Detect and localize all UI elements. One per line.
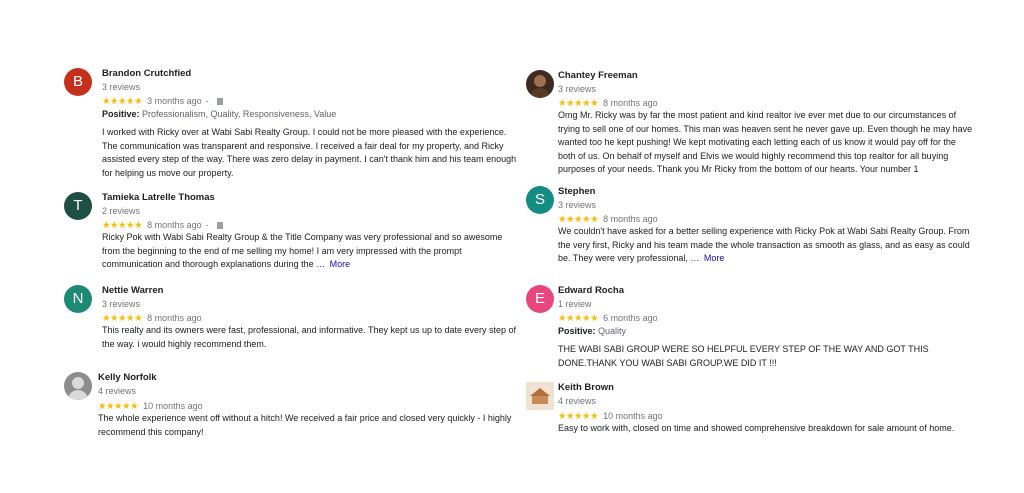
review-time: 10 months ago xyxy=(143,401,203,411)
positive-label: Positive: xyxy=(102,109,140,119)
review-text-line: communication and thorough explanations … xyxy=(102,259,326,269)
review-text-line: from the beginning to the end of me sell… xyxy=(102,245,462,256)
reviewer-name[interactable]: Brandon Crutchfied xyxy=(102,68,191,80)
review-text: Ricky Pok with Wabi Sabi Realty Group & … xyxy=(102,231,502,272)
review-count: 4 reviews xyxy=(558,396,597,406)
star-rating-icon: ★★★★★ xyxy=(102,220,143,231)
avatar[interactable] xyxy=(526,70,554,98)
review-text: The whole experience went off without a … xyxy=(98,412,511,439)
review-text-line: We couldn't have asked for a better sell… xyxy=(558,226,970,236)
review-count: 4 reviews xyxy=(98,386,137,396)
reviewer-header: Kelly Norfolk 4 reviews xyxy=(98,372,157,397)
more-link[interactable]: More xyxy=(704,253,725,263)
review-time: 3 months ago xyxy=(147,96,202,106)
reviewer-header: Keith Brown 4 reviews xyxy=(558,382,614,407)
review-count: 3 reviews xyxy=(102,82,141,92)
review-text-line: trying to sell one of our homes. This ma… xyxy=(558,123,973,134)
separator: - xyxy=(205,96,209,106)
review-time: 6 months ago xyxy=(603,313,658,323)
review-time: 8 months ago xyxy=(603,98,658,108)
review-text: This realty and its owners were fast, pr… xyxy=(102,324,516,351)
avatar[interactable]: E xyxy=(526,285,554,313)
review-count: 3 reviews xyxy=(558,200,597,210)
avatar[interactable]: T xyxy=(64,192,92,220)
review-text-line: The whole experience went off without a … xyxy=(98,413,512,423)
positive-attributes: Positive: Quality xyxy=(558,325,626,337)
star-rating-icon: ★★★★★ xyxy=(558,214,599,225)
star-rating-icon: ★★★★★ xyxy=(558,98,599,109)
star-rating-icon: ★★★★★ xyxy=(98,401,139,412)
reviewer-header: Brandon Crutchfied 3 reviews xyxy=(102,68,191,93)
review-text-line: wanted too he kept pushing! We kept moti… xyxy=(558,137,956,147)
reviewer-name[interactable]: Kelly Norfolk xyxy=(98,372,157,384)
reviewer-name[interactable]: Nettie Warren xyxy=(102,285,163,297)
star-rating-icon: ★★★★★ xyxy=(102,313,143,324)
review-text-line: be. They were very professional, … xyxy=(558,253,700,263)
review-count: 1 review xyxy=(558,299,592,309)
review-count: 2 reviews xyxy=(102,206,141,216)
review-text-line: the very first, Ricky and his team made … xyxy=(558,239,970,250)
star-rating-icon: ★★★★★ xyxy=(558,313,599,324)
review-text-line: DONE.THANK YOU WABI SABI GROUP.WE DID IT… xyxy=(558,357,777,368)
reviewer-name[interactable]: Tamieka Latrelle Thomas xyxy=(102,192,215,204)
review-text-line: the way. i would highly recommend them. xyxy=(102,338,267,349)
review-text: Omg Mr. Ricky was by far the most patien… xyxy=(558,109,972,177)
positive-attributes: Positive: Professionalism, Quality, Resp… xyxy=(102,108,336,120)
avatar[interactable] xyxy=(526,382,554,410)
reviewer-header: Nettie Warren 3 reviews xyxy=(102,285,163,310)
review-time: 10 months ago xyxy=(603,411,663,421)
review-time: 8 months ago xyxy=(147,220,202,230)
rating-row: ★★★★★ 3 months ago - xyxy=(102,95,223,108)
separator: - xyxy=(205,220,209,230)
avatar[interactable] xyxy=(64,372,92,400)
positive-text: Quality xyxy=(598,326,627,336)
reviewer-name[interactable]: Stephen xyxy=(558,186,596,198)
flag-icon[interactable] xyxy=(216,98,223,105)
flag-icon[interactable] xyxy=(216,222,223,229)
reviewer-name[interactable]: Keith Brown xyxy=(558,382,614,394)
review-text-line: I worked with Ricky over at Wabi Sabi Re… xyxy=(102,127,507,137)
review-text-line: purposes of your needs. Thank you Mr Ric… xyxy=(558,164,919,174)
more-link[interactable]: More xyxy=(330,259,351,269)
review-text-line: both of us. On behalf of myself and Elvi… xyxy=(558,150,949,161)
review-text: Easy to work with, closed on time and sh… xyxy=(558,422,954,436)
reviewer-name[interactable]: Edward Rocha xyxy=(558,285,624,297)
review-text-line: for helping us move our property. xyxy=(102,167,234,178)
review-text-line: assisted every step of the way. There wa… xyxy=(102,154,517,164)
review-text-line: The communication was transparent and re… xyxy=(102,140,504,151)
rating-row: ★★★★★ 6 months ago xyxy=(558,312,658,325)
reviewer-header: Tamieka Latrelle Thomas 2 reviews xyxy=(102,192,215,217)
review-text-line: Omg Mr. Ricky was by far the most patien… xyxy=(558,110,957,120)
review-text-line: recommend this company! xyxy=(98,426,204,437)
avatar[interactable]: N xyxy=(64,285,92,313)
reviewer-header: Edward Rocha 1 review xyxy=(558,285,624,310)
review-text-line: This realty and its owners were fast, pr… xyxy=(102,325,517,335)
avatar[interactable]: B xyxy=(64,68,92,96)
star-rating-icon: ★★★★★ xyxy=(102,96,143,107)
reviewer-header: Stephen 3 reviews xyxy=(558,186,596,211)
reviewer-name[interactable]: Chantey Freeman xyxy=(558,70,638,82)
review-count: 3 reviews xyxy=(558,84,597,94)
review-count: 3 reviews xyxy=(102,299,141,309)
avatar[interactable]: S xyxy=(526,186,554,214)
star-rating-icon: ★★★★★ xyxy=(558,411,599,422)
review-text-line: THE WABI SABI GROUP WERE SO HELPFUL EVER… xyxy=(558,344,929,354)
review-text-line: Easy to work with, closed on time and sh… xyxy=(558,423,955,433)
review-text: THE WABI SABI GROUP WERE SO HELPFUL EVER… xyxy=(558,343,929,370)
review-text-line: Ricky Pok with Wabi Sabi Realty Group & … xyxy=(102,232,503,242)
review-text: I worked with Ricky over at Wabi Sabi Re… xyxy=(102,126,516,180)
review-time: 8 months ago xyxy=(603,214,658,224)
review-text: We couldn't have asked for a better sell… xyxy=(558,225,970,266)
reviewer-header: Chantey Freeman 3 reviews xyxy=(558,70,638,95)
positive-label: Positive: xyxy=(558,326,596,336)
positive-text: Professionalism, Quality, Responsiveness… xyxy=(142,109,337,119)
review-time: 8 months ago xyxy=(147,313,202,323)
